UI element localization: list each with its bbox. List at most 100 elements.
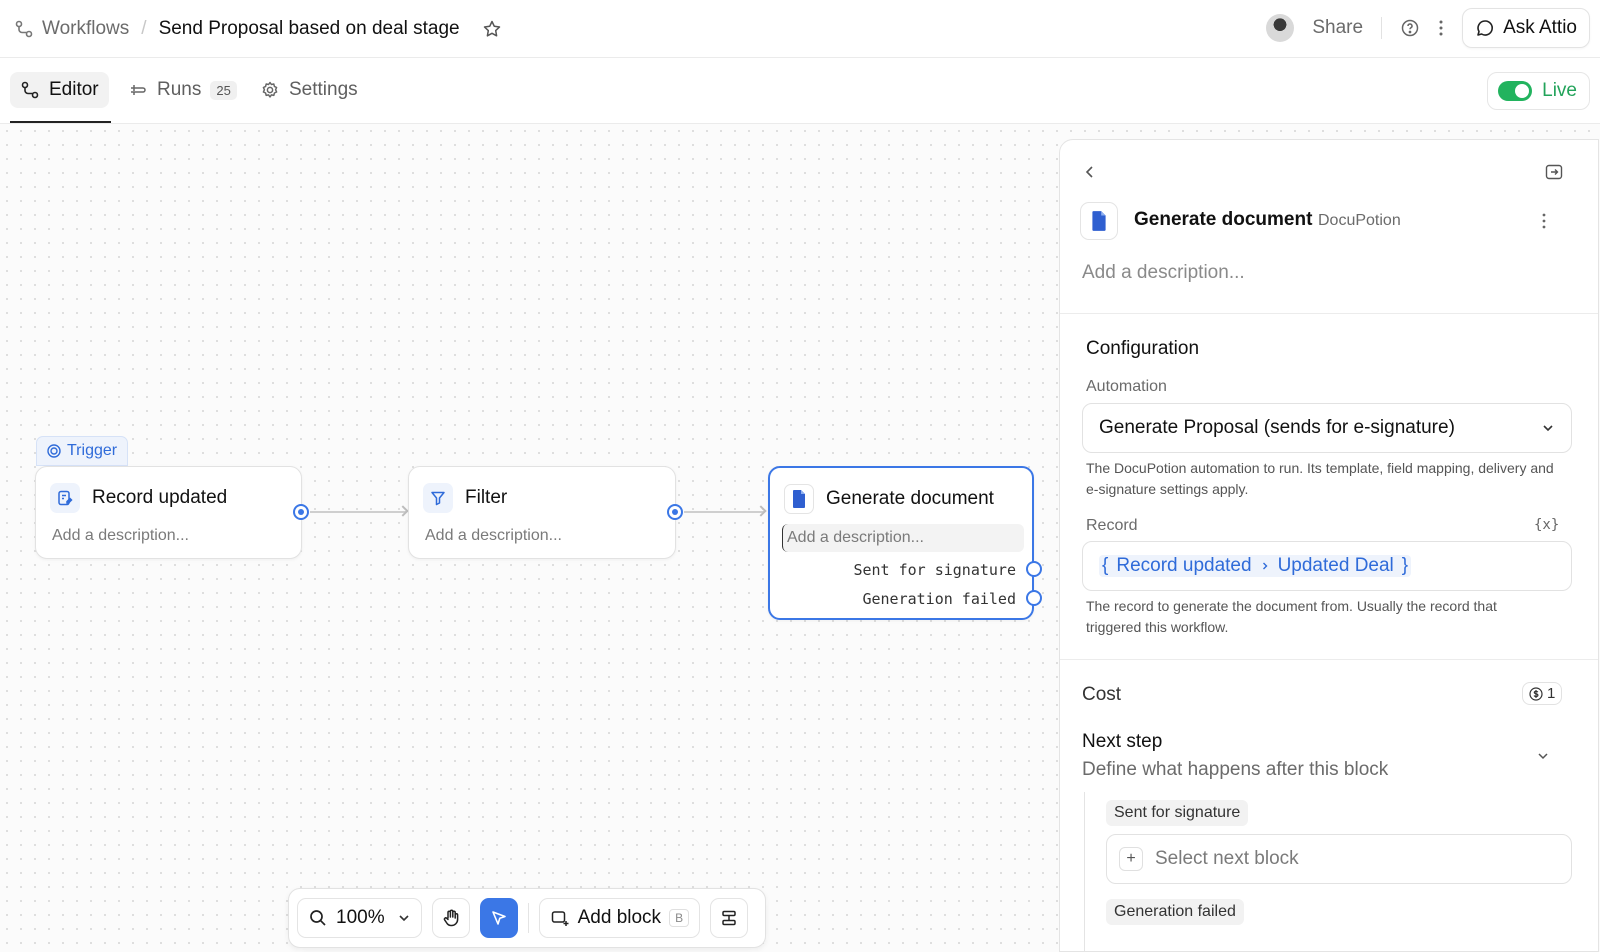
hand-icon: [441, 908, 461, 928]
output-label-sent: Sent for signature: [853, 561, 1016, 579]
canvas-toolbar: 100% Add block B: [288, 888, 766, 948]
output-port-sent[interactable]: [1026, 561, 1042, 577]
zoom-level: 100%: [336, 907, 385, 928]
live-label: Live: [1542, 80, 1577, 101]
record-help-text: The record to generate the document from…: [1086, 598, 1497, 635]
select-next-block-placeholder: Select next block: [1155, 848, 1299, 869]
chevron-down-icon: [397, 911, 411, 925]
record-field-name: Updated Deal: [1277, 555, 1394, 576]
node-filter[interactable]: Filter Add a description...: [408, 466, 676, 559]
trigger-tag-label: Trigger: [67, 442, 118, 459]
more-options-icon[interactable]: [1438, 19, 1444, 37]
next-step-subtitle: Define what happens after this block: [1082, 759, 1389, 780]
breadcrumb: Workflows / Send Proposal based on deal …: [14, 18, 502, 40]
record-source: Record updated: [1116, 555, 1252, 576]
layout-icon: [720, 909, 738, 927]
panel-description-field[interactable]: Add a description...: [1082, 262, 1245, 284]
node-output-port[interactable]: [293, 504, 309, 520]
node-title: Filter: [465, 487, 508, 508]
chevron-down-icon[interactable]: [1536, 749, 1550, 763]
breadcrumb-separator: /: [141, 17, 147, 39]
plus-icon: +: [1119, 847, 1143, 871]
branch-label-failed: Generation failed: [1106, 899, 1244, 925]
node-title: Record updated: [92, 487, 228, 508]
edge-trigger-filter: [310, 511, 406, 513]
node-description[interactable]: Add a description...: [409, 513, 675, 545]
automation-select[interactable]: Generate Proposal (sends for e-signature…: [1082, 403, 1572, 453]
chat-bubble-icon: [1475, 18, 1495, 38]
edge-filter-generate: [684, 511, 764, 513]
next-step-heading: Next step: [1082, 731, 1163, 752]
workflow-icon: [14, 19, 34, 39]
document-app-icon: [1080, 202, 1118, 240]
panel-app-name: DocuPotion: [1318, 212, 1401, 229]
help-icon[interactable]: [1400, 18, 1420, 38]
branch-connector-line: [1084, 792, 1085, 951]
credit-coin-icon: [1529, 686, 1543, 701]
cost-badge: 1: [1522, 682, 1563, 705]
automation-label: Automation: [1086, 378, 1167, 395]
add-block-icon: [550, 908, 570, 928]
tab-runs[interactable]: Runs 25: [118, 72, 247, 108]
zoom-control[interactable]: 100%: [297, 898, 422, 938]
output-port-failed[interactable]: [1026, 590, 1042, 606]
panel-block-title: Generate document: [1134, 209, 1313, 230]
automation-value: Generate Proposal (sends for e-signature…: [1099, 417, 1455, 438]
node-generate-document[interactable]: Generate document Add a description... S…: [768, 466, 1034, 620]
target-icon: [47, 444, 61, 458]
node-description[interactable]: Add a description...: [782, 524, 1024, 552]
block-config-panel: Generate document DocuPotion Add a descr…: [1059, 139, 1599, 952]
auto-layout-button[interactable]: [710, 898, 749, 938]
share-button[interactable]: Share: [1312, 17, 1363, 39]
node-output-port[interactable]: [667, 504, 683, 520]
tab-settings[interactable]: Settings: [250, 72, 368, 108]
divider: [1060, 313, 1598, 314]
select-next-block[interactable]: + Select next block: [1106, 834, 1572, 884]
record-updated-icon: [50, 483, 80, 513]
node-description[interactable]: Add a description...: [36, 513, 301, 545]
chip-open-brace: {: [1102, 555, 1109, 576]
ask-attio-label: Ask Attio: [1503, 17, 1577, 38]
live-switch[interactable]: [1498, 81, 1533, 101]
back-chevron-icon[interactable]: [1082, 164, 1098, 180]
star-icon[interactable]: [482, 19, 502, 39]
editor-icon: [20, 80, 40, 100]
tab-editor-label: Editor: [49, 79, 99, 100]
filter-icon: [423, 483, 453, 513]
more-options-icon[interactable]: [1541, 212, 1547, 230]
record-variable-chip[interactable]: { Record updated Updated Deal }: [1099, 555, 1412, 577]
breadcrumb-workflows-link[interactable]: Workflows: [42, 18, 129, 40]
trigger-tag: Trigger: [36, 436, 129, 466]
top-bar: Workflows / Send Proposal based on deal …: [0, 0, 1600, 58]
branch-label-sent: Sent for signature: [1106, 800, 1249, 826]
add-block-button[interactable]: Add block B: [538, 898, 701, 938]
automation-help-text: The DocuPotion automation to run. Its te…: [1086, 460, 1554, 497]
search-icon: [308, 908, 328, 928]
chevron-right-icon: [1260, 561, 1270, 571]
tab-settings-label: Settings: [289, 79, 358, 100]
live-toggle[interactable]: Live: [1487, 72, 1590, 110]
gear-icon: [260, 80, 280, 100]
ask-attio-button[interactable]: Ask Attio: [1462, 8, 1590, 48]
tab-bar: Editor Runs 25 Settings Live: [0, 58, 1600, 124]
configuration-heading: Configuration: [1086, 338, 1200, 359]
node-record-updated[interactable]: Record updated Add a description...: [35, 466, 302, 559]
runs-icon: [128, 80, 148, 100]
tab-editor[interactable]: Editor: [10, 72, 109, 108]
chevron-down-icon: [1541, 421, 1555, 435]
node-title: Generate document: [826, 488, 994, 509]
record-field[interactable]: { Record updated Updated Deal }: [1082, 541, 1572, 591]
active-tab-indicator: [10, 121, 111, 123]
collapse-panel-icon[interactable]: [1544, 162, 1564, 182]
toolbar-divider: [527, 903, 529, 933]
avatar[interactable]: [1266, 14, 1295, 42]
cost-value: 1: [1547, 685, 1556, 702]
select-tool-button[interactable]: [479, 898, 518, 938]
workflow-title[interactable]: Send Proposal based on deal stage: [159, 18, 460, 40]
runs-count-badge: 25: [210, 80, 237, 100]
divider: [1060, 659, 1598, 660]
pointer-icon: [490, 909, 508, 927]
cost-label: Cost: [1082, 684, 1122, 705]
variable-icon[interactable]: {x}: [1534, 517, 1559, 533]
hand-tool-button[interactable]: [431, 898, 470, 938]
